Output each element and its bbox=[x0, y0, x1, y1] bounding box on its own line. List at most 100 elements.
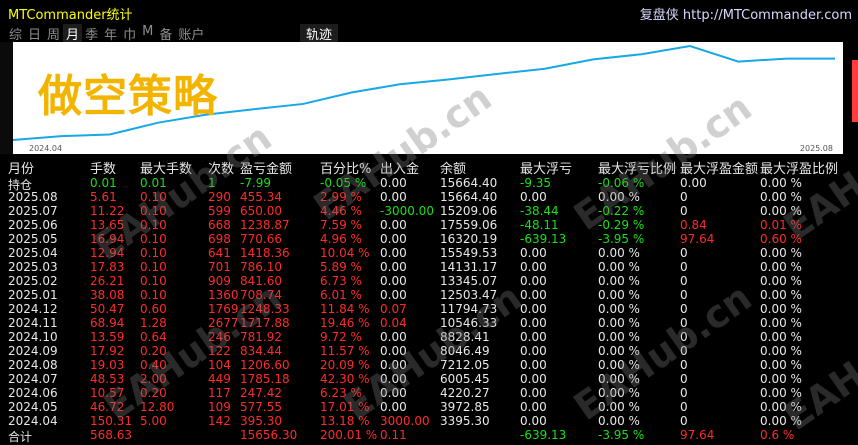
header-2[interactable]: 最大手数 bbox=[140, 158, 192, 177]
table-row[interactable]: 2024.09 17.92 0.20 122 834.44 11.57 % 0.00 8046… bbox=[0, 344, 858, 358]
cell-9: 0.00 % bbox=[598, 316, 640, 330]
cell-11: 0.00 % bbox=[760, 274, 802, 288]
table-row[interactable]: 持仓 0.01 0.01 1 -7.99 -0.05 % 0.00 15664.40 -9.35… bbox=[0, 176, 858, 192]
table-row[interactable]: 2024.06 10.57 0.20 117 247.42 6.23 % 0.00 4220.… bbox=[0, 386, 858, 400]
brand-link[interactable]: 复盘侠 http://MTCommander.com bbox=[640, 4, 852, 23]
cell-0: 2025.02 bbox=[8, 274, 58, 288]
table-row[interactable]: 2025.06 13.65 0.10 668 1238.87 7.59 % 0.00 1755… bbox=[0, 218, 858, 232]
table-row[interactable]: 2024.04 150.31 5.00 142 395.30 13.18 % 3000.00… bbox=[0, 414, 858, 428]
header-1[interactable]: 手数 bbox=[90, 158, 116, 177]
cell-4: 395.30 bbox=[240, 414, 282, 428]
table-row[interactable]: 2025.07 11.22 0.10 599 650.00 4.46 % -3000.00 1… bbox=[0, 204, 858, 218]
track-tab[interactable]: 轨迹 bbox=[300, 24, 339, 43]
cell-8: -38.44 bbox=[520, 204, 559, 218]
tab-1[interactable]: 日 bbox=[25, 24, 44, 43]
table-row[interactable]: 2024.07 48.53 2.00 449 1785.18 42.30 % 0.00 600… bbox=[0, 372, 858, 386]
cell-2: 0.20 bbox=[140, 386, 167, 400]
table-row[interactable]: 2025.03 17.83 0.10 701 786.10 5.89 % 0.00 14131… bbox=[0, 260, 858, 274]
cell-6: 0.00 bbox=[380, 260, 407, 274]
title-bar: MTCommander统计 复盘侠 http://MTCommander.com bbox=[0, 0, 858, 24]
cell-4: 1206.60 bbox=[240, 358, 290, 372]
cell-6: 3000.00 bbox=[380, 414, 430, 428]
tab-6[interactable]: 巾 bbox=[120, 24, 139, 43]
cell-3: 1 bbox=[208, 176, 216, 190]
cell-9: 0.00 % bbox=[598, 344, 640, 358]
table-row[interactable]: 合计 568.63 15656.30 200.01 % 0.11 -639.13 -3.95… bbox=[0, 428, 858, 444]
cell-9: 0.00 % bbox=[598, 288, 640, 302]
cell-0: 2024.12 bbox=[8, 302, 58, 316]
tab-3[interactable]: 月 bbox=[63, 24, 83, 43]
header-0[interactable]: 月份 bbox=[8, 158, 34, 177]
cell-0: 2025.07 bbox=[8, 204, 58, 218]
header-5[interactable]: 百分比% bbox=[320, 158, 371, 177]
cell-6: 0.00 bbox=[380, 344, 407, 358]
cell-1: 16.94 bbox=[90, 232, 125, 246]
cell-4: 1717.88 bbox=[240, 316, 290, 330]
cell-4: 1418.36 bbox=[240, 246, 290, 260]
cell-8: 0.00 bbox=[520, 316, 547, 330]
cell-7: 3395.30 bbox=[440, 414, 490, 428]
cell-7: 8046.49 bbox=[440, 344, 490, 358]
table-row[interactable]: 2025.08 5.61 0.10 290 455.34 2.99 % 0.00 15664.… bbox=[0, 190, 858, 204]
cell-5: 200.01 % bbox=[320, 428, 378, 442]
cell-0: 2024.09 bbox=[8, 344, 58, 358]
tab-5[interactable]: 年 bbox=[101, 24, 120, 43]
table-row[interactable]: 2025.02 26.21 0.10 909 841.60 6.73 % 0.00 13345… bbox=[0, 274, 858, 288]
cell-3: 142 bbox=[208, 414, 231, 428]
cell-9: -0.22 % bbox=[598, 204, 645, 218]
cell-8: -639.13 bbox=[520, 428, 567, 442]
cell-4: 455.34 bbox=[240, 190, 282, 204]
table-row[interactable]: 2024.12 50.47 0.60 1769 1248.33 11.84 % 0.07 11… bbox=[0, 302, 858, 316]
header-8[interactable]: 最大浮亏 bbox=[520, 158, 572, 177]
cell-10: 97.64 bbox=[680, 428, 715, 442]
cell-10: 0.00 bbox=[680, 176, 707, 190]
cell-9: -3.95 % bbox=[598, 232, 645, 246]
tab-7[interactable]: M bbox=[139, 24, 156, 42]
cell-1: 50.47 bbox=[90, 302, 125, 316]
cell-2: 5.00 bbox=[140, 414, 167, 428]
header-4[interactable]: 盈亏金额 bbox=[240, 158, 292, 177]
tab-0[interactable]: 综 bbox=[6, 24, 25, 43]
header-3[interactable]: 次数 bbox=[208, 158, 234, 177]
cell-9: -0.29 % bbox=[598, 218, 645, 232]
cell-7: 16320.19 bbox=[440, 232, 498, 246]
cell-8: 0.00 bbox=[520, 274, 547, 288]
header-6[interactable]: 出入金 bbox=[380, 158, 419, 177]
table-row[interactable]: 2025.05 16.94 0.10 698 770.66 4.96 % 0.00 16320… bbox=[0, 232, 858, 246]
cell-4: 577.55 bbox=[240, 400, 282, 414]
table-row[interactable]: 2024.11 68.94 1.28 2677 1717.88 19.46 % 0.04 10… bbox=[0, 316, 858, 330]
cell-5: 10.04 % bbox=[320, 246, 370, 260]
cell-0: 2024.11 bbox=[8, 316, 58, 330]
cell-1: 5.61 bbox=[90, 190, 117, 204]
cell-8: 0.00 bbox=[520, 330, 547, 344]
tab-8[interactable]: 备 bbox=[156, 24, 175, 43]
header-9[interactable]: 最大浮亏比例 bbox=[598, 158, 676, 177]
header-7[interactable]: 余额 bbox=[440, 158, 466, 177]
table-row[interactable]: 2024.10 13.59 0.64 246 781.92 9.72 % 0.00 8828.… bbox=[0, 330, 858, 344]
cell-10: 0 bbox=[680, 344, 688, 358]
cell-8: 0.00 bbox=[520, 288, 547, 302]
table-row[interactable]: 2025.04 12.94 0.10 641 1418.36 10.04 % 0.00 155… bbox=[0, 246, 858, 260]
cell-7: 8828.41 bbox=[440, 330, 490, 344]
cell-0: 2024.07 bbox=[8, 372, 58, 386]
cell-0: 2024.10 bbox=[8, 330, 58, 344]
table-row[interactable]: 2025.01 38.08 0.10 1360 708.74 6.01 % 0.00 1250… bbox=[0, 288, 858, 302]
tab-9[interactable]: 账户 bbox=[175, 24, 207, 43]
cell-2: 0.10 bbox=[140, 260, 167, 274]
table-row[interactable]: 2024.08 19.03 0.40 104 1206.60 20.09 % 0.00 721… bbox=[0, 358, 858, 372]
table-row[interactable]: 2024.05 46.72 12.80 109 577.55 17.01 % 0.00 397… bbox=[0, 400, 858, 414]
tab-4[interactable]: 季 bbox=[82, 24, 101, 43]
cell-6: 0.00 bbox=[380, 358, 407, 372]
cell-6: 0.00 bbox=[380, 176, 407, 190]
header-11[interactable]: 最大浮盈比例 bbox=[760, 158, 838, 177]
cell-10: 0 bbox=[680, 358, 688, 372]
cell-3: 599 bbox=[208, 204, 231, 218]
header-10[interactable]: 最大浮盈金额 bbox=[680, 158, 758, 177]
cell-6: 0.11 bbox=[380, 428, 407, 442]
tab-2[interactable]: 周 bbox=[44, 24, 63, 43]
cell-2: 0.10 bbox=[140, 204, 167, 218]
cell-9: 0.00 % bbox=[598, 302, 640, 316]
cell-8: 0.00 bbox=[520, 190, 547, 204]
strategy-title: 做空策略 bbox=[38, 71, 218, 122]
cell-8: 0.00 bbox=[520, 414, 547, 428]
